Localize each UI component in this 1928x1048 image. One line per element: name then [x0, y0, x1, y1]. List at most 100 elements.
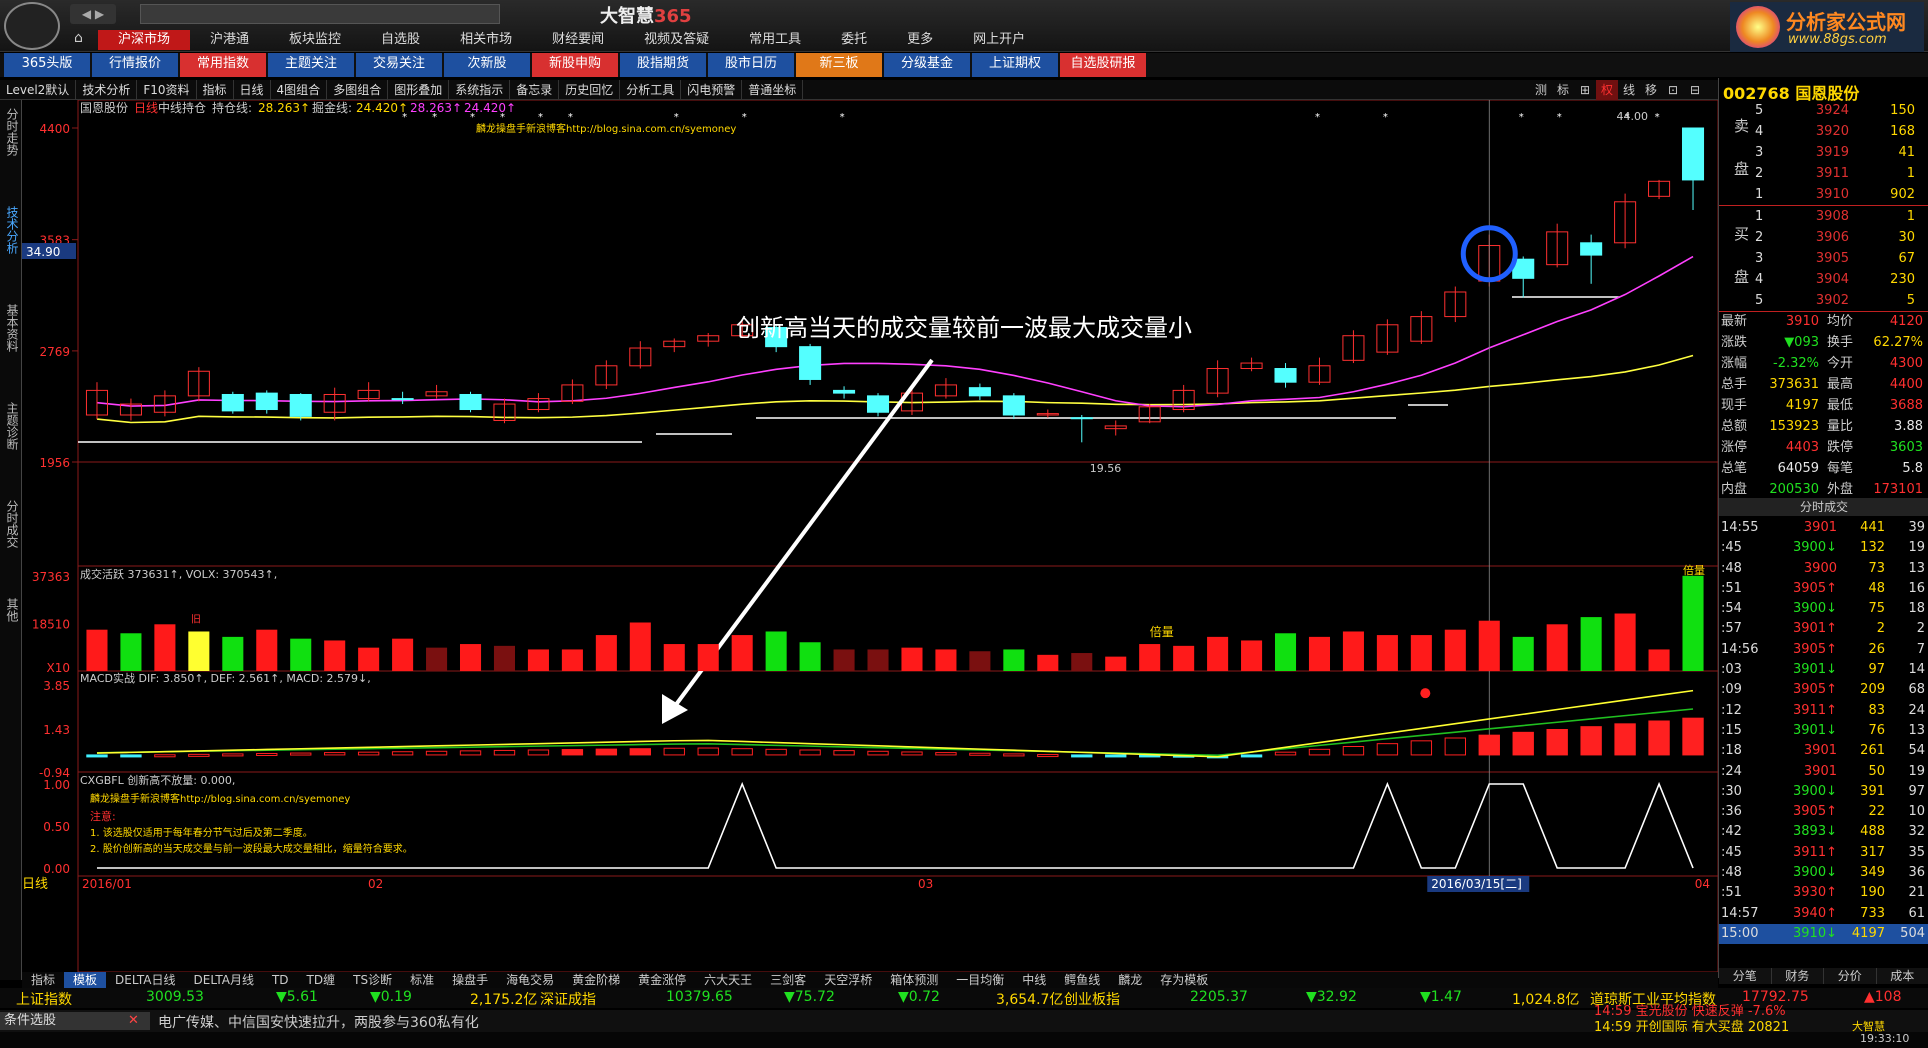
tool-item-3[interactable]: 指标 — [197, 80, 234, 99]
nav-item-3[interactable]: 自选股 — [361, 30, 440, 50]
trade-row[interactable]: :03 3901↓ 97 14 — [1719, 660, 1928, 680]
tool-right-0[interactable]: 测 — [1530, 80, 1552, 100]
trade-row[interactable]: :57 3901↑ 2 2 — [1719, 619, 1928, 639]
template-tab-20[interactable]: 存为模板 — [1151, 972, 1217, 988]
trades-list[interactable]: 14:55 3901 441 39:45 3900↓ 132 19:48 3900 73 13:5… — [1719, 518, 1928, 945]
tool-right-6[interactable]: ⊡ — [1662, 80, 1684, 100]
tool-item-9[interactable]: 备忘录 — [510, 80, 560, 99]
nav-item-8[interactable]: 委托 — [821, 30, 887, 50]
close-icon[interactable]: ✕ — [128, 1012, 139, 1030]
trade-row[interactable]: :45 3900↓ 132 19 — [1719, 538, 1928, 558]
subnav-item-11[interactable]: 上证期权 — [972, 53, 1058, 77]
nav-item-2[interactable]: 板块监控 — [269, 30, 361, 50]
tool-item-4[interactable]: 日线 — [234, 80, 271, 99]
subnav-item-8[interactable]: 股市日历 — [708, 53, 794, 77]
template-tab-10[interactable]: 黄金阶梯 — [563, 972, 629, 988]
template-tab-19[interactable]: 麟龙 — [1109, 972, 1151, 988]
quote-tab-2[interactable]: 分价 — [1824, 968, 1877, 984]
template-tab-17[interactable]: 中线 — [1013, 972, 1055, 988]
nav-item-1[interactable]: 沪港通 — [190, 30, 269, 50]
tool-item-2[interactable]: F10资料 — [137, 80, 197, 99]
template-tab-11[interactable]: 黄金涨停 — [629, 972, 695, 988]
sidebar-tab-5[interactable]: 其他 — [4, 598, 21, 688]
quote-tab-1[interactable]: 财务 — [1772, 968, 1824, 984]
subnav-item-1[interactable]: 行情报价 — [92, 53, 178, 77]
template-tab-16[interactable]: 一目均衡 — [947, 972, 1013, 988]
nav-item-6[interactable]: 视频及答疑 — [624, 30, 729, 50]
tool-right-7[interactable]: ⊟ — [1684, 80, 1706, 100]
subnav-item-7[interactable]: 股指期货 — [620, 53, 706, 77]
kline-chart[interactable]: 440035832769195634.90国恩股份 日线 中线持仓 持仓线: 28.26… — [22, 100, 1718, 972]
template-tab-18[interactable]: 鳄鱼线 — [1055, 972, 1109, 988]
back-forward-icon[interactable]: ◀ ▶ — [70, 4, 116, 24]
tool-item-10[interactable]: 历史回忆 — [559, 80, 621, 99]
subnav-item-10[interactable]: 分级基金 — [884, 53, 970, 77]
ask-row[interactable]: 5 3924 150 — [1719, 100, 1928, 121]
tool-right-1[interactable]: 标 — [1552, 80, 1574, 100]
cy-index-name[interactable]: 创业板指 — [1064, 989, 1120, 1009]
subnav-item-2[interactable]: 常用指数 — [180, 53, 266, 77]
tool-item-8[interactable]: 系统指示 — [449, 80, 511, 99]
nav-item-10[interactable]: 网上开户 — [953, 30, 1045, 50]
trade-row[interactable]: :18 3901 261 54 — [1719, 741, 1928, 761]
template-tab-1[interactable]: 模板 — [64, 972, 107, 988]
template-tab-13[interactable]: 三剑客 — [761, 972, 815, 988]
tool-item-5[interactable]: 4图组合 — [271, 80, 328, 99]
tool-item-12[interactable]: 闪电预警 — [681, 80, 743, 99]
tool-item-6[interactable]: 多图组合 — [327, 80, 389, 99]
nav-item-0[interactable]: 沪深市场 — [98, 30, 191, 50]
trade-row[interactable]: :12 3911↑ 83 24 — [1719, 701, 1928, 721]
template-tab-7[interactable]: 标准 — [401, 972, 443, 988]
nav-item-9[interactable]: 更多 — [887, 30, 953, 50]
search-input[interactable] — [140, 4, 500, 24]
trade-row[interactable]: :51 3930↑ 190 21 — [1719, 883, 1928, 903]
template-tab-6[interactable]: TS诊断 — [344, 972, 401, 988]
ask-row[interactable]: 3 3919 41 — [1719, 142, 1928, 163]
trade-row[interactable]: :54 3900↓ 75 18 — [1719, 599, 1928, 619]
trade-row[interactable]: :36 3905↑ 22 10 — [1719, 802, 1928, 822]
subnav-item-9[interactable]: 新三板 — [796, 53, 882, 77]
template-tab-9[interactable]: 海龟交易 — [497, 972, 563, 988]
sidebar-tab-2[interactable]: 基本资料 — [4, 304, 21, 394]
trade-row[interactable]: 14:55 3901 441 39 — [1719, 518, 1928, 538]
trade-row[interactable]: 14:57 3940↑ 733 61 — [1719, 904, 1928, 924]
sidebar-tab-0[interactable]: 分时走势 — [4, 108, 21, 198]
trade-row[interactable]: 14:56 3905↑ 26 7 — [1719, 640, 1928, 660]
news-headline[interactable]: 电广传媒、中信国安快速拉升，两股参与360私有化 — [158, 1012, 479, 1032]
trade-row[interactable]: :24 3901 50 19 — [1719, 762, 1928, 782]
tool-right-5[interactable]: 移 — [1640, 80, 1662, 100]
trade-row[interactable]: :45 3911↑ 317 35 — [1719, 843, 1928, 863]
trade-row[interactable]: :42 3893↓ 488 32 — [1719, 822, 1928, 842]
tool-right-3[interactable]: 权 — [1596, 80, 1618, 100]
condition-select-button[interactable]: 条件选股 ✕ — [0, 1012, 150, 1030]
bid-row[interactable]: 5 3902 5 — [1719, 290, 1928, 311]
tool-right-4[interactable]: 线 — [1618, 80, 1640, 100]
bid-row[interactable]: 4 3904 230 — [1719, 269, 1928, 290]
subnav-item-4[interactable]: 交易关注 — [356, 53, 442, 77]
trade-row[interactable]: :48 3900 73 13 — [1719, 559, 1928, 579]
tool-right-2[interactable]: ⊞ — [1574, 80, 1596, 100]
template-tab-15[interactable]: 箱体预测 — [881, 972, 947, 988]
bid-row[interactable]: 3 3905 67 — [1719, 248, 1928, 269]
bid-row[interactable]: 1 3908 1 — [1719, 206, 1928, 227]
app-logo[interactable] — [4, 2, 60, 50]
trade-row[interactable]: :30 3900↓ 391 97 — [1719, 782, 1928, 802]
tool-item-13[interactable]: 普通坐标 — [742, 80, 804, 99]
subnav-item-5[interactable]: 次新股 — [444, 53, 530, 77]
sidebar-tab-4[interactable]: 分时成交 — [4, 500, 21, 590]
subnav-item-3[interactable]: 主题关注 — [268, 53, 354, 77]
subnav-item-0[interactable]: 365头版 — [4, 53, 90, 77]
nav-item-5[interactable]: 财经要闻 — [532, 30, 624, 50]
template-tab-4[interactable]: TD — [263, 972, 298, 988]
tool-item-1[interactable]: 技术分析 — [76, 80, 138, 99]
ask-row[interactable]: 2 3911 1 — [1719, 163, 1928, 184]
template-tab-12[interactable]: 六大天王 — [695, 972, 761, 988]
sidebar-tab-1[interactable]: 技术分析 — [4, 206, 21, 296]
home-icon[interactable]: ⌂ — [74, 30, 83, 46]
bid-row[interactable]: 2 3906 30 — [1719, 227, 1928, 248]
template-tab-0[interactable]: 指标 — [22, 972, 64, 988]
ask-row[interactable]: 4 3920 168 — [1719, 121, 1928, 142]
nav-item-7[interactable]: 常用工具 — [729, 30, 821, 50]
trade-row[interactable]: :51 3905↑ 48 16 — [1719, 579, 1928, 599]
sidebar-tab-3[interactable]: 主题诊断 — [4, 402, 21, 492]
